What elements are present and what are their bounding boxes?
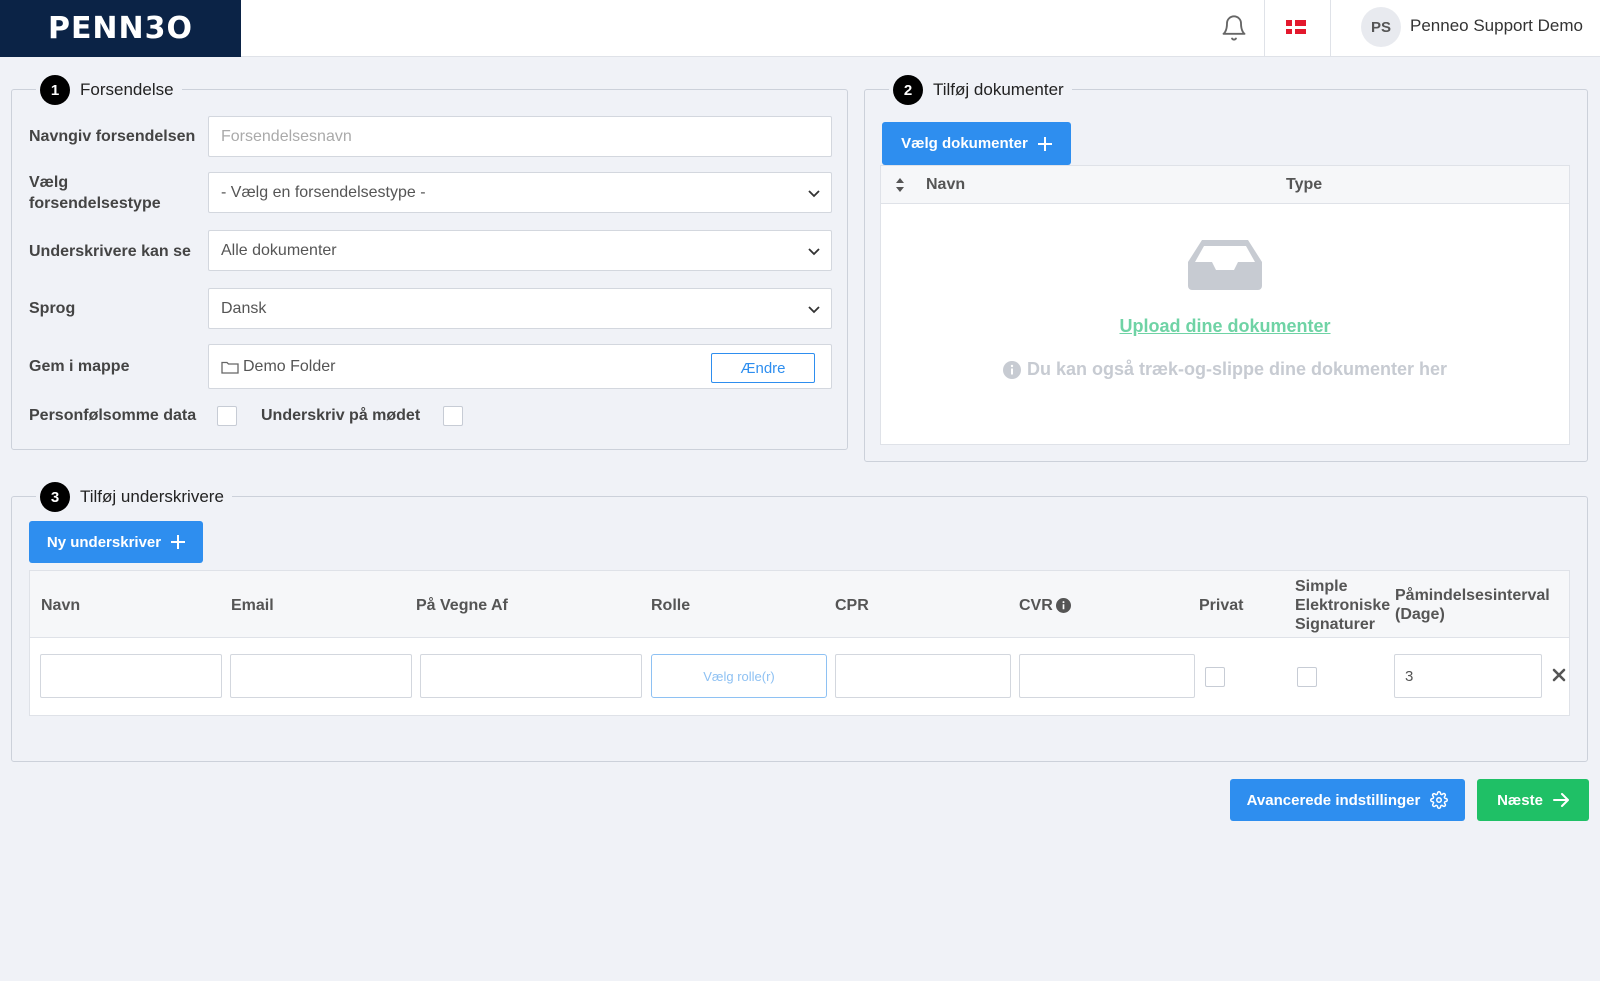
documents-table-header: Navn Type <box>881 166 1569 204</box>
sort-icon[interactable] <box>895 178 905 192</box>
section-title: Tilføj underskrivere <box>80 487 224 506</box>
choose-role-button[interactable]: Vælg rolle(r) <box>651 654 827 698</box>
language-select[interactable]: Dansk <box>208 288 832 329</box>
col-type: Type <box>1286 176 1323 193</box>
gear-icon <box>1430 791 1449 809</box>
divider <box>1264 0 1265 57</box>
inbox-icon <box>1188 240 1262 290</box>
signers-table: Navn Email På Vegne Af Rolle CPR CVR Pri… <box>29 570 1570 716</box>
language-label: Sprog <box>29 300 76 317</box>
visibility-select[interactable]: Alle dokumenter <box>208 230 832 271</box>
flag-denmark-icon[interactable] <box>1286 20 1306 34</box>
reminder-interval-input[interactable]: 3 <box>1394 654 1542 698</box>
new-signer-button[interactable]: Ny underskriver <box>29 521 203 563</box>
chevron-down-icon <box>808 306 820 314</box>
info-icon <box>1002 360 1021 379</box>
col-role: Rolle <box>651 597 691 614</box>
section-title: Tilføj dokumenter <box>933 80 1064 99</box>
private-checkbox[interactable] <box>1205 667 1225 687</box>
change-folder-button[interactable]: Ændre <box>711 353 815 383</box>
next-button[interactable]: Næste <box>1477 779 1589 821</box>
col-on-behalf: På Vegne Af <box>416 597 508 614</box>
top-bar: PENN3O PS Penneo Support Demo <box>0 0 1600 57</box>
documents-legend: 2 Tilføj dokumenter <box>889 74 1072 106</box>
divider <box>1330 0 1331 57</box>
arrow-right-icon <box>1552 793 1569 807</box>
col-private: Privat <box>1199 597 1244 614</box>
signer-name-input[interactable] <box>40 654 222 698</box>
sensitive-checkbox[interactable] <box>217 406 237 426</box>
signers-table-header: Navn Email På Vegne Af Rolle CPR CVR Pri… <box>30 571 1569 638</box>
col-simple-signatures: Simple Elektroniske Signaturer <box>1295 578 1391 633</box>
signer-email-input[interactable] <box>230 654 412 698</box>
section-title: Forsendelse <box>80 80 174 99</box>
step-badge: 3 <box>40 482 70 512</box>
col-reminder-interval: Påmindelsesinterval (Dage) <box>1395 587 1550 623</box>
avatar[interactable]: PS <box>1361 7 1401 47</box>
shipment-legend: 1 Forsendelse <box>36 74 182 106</box>
folder-label: Gem i mappe <box>29 358 130 375</box>
sign-meeting-label: Underskriv på mødet <box>261 407 421 424</box>
sensitive-label: Personfølsomme data <box>29 407 197 424</box>
drop-hint: Du kan også træk-og-slippe dine dokument… <box>881 359 1569 380</box>
col-email: Email <box>231 597 274 614</box>
signer-cpr-input[interactable] <box>835 654 1011 698</box>
step-badge: 1 <box>40 75 70 105</box>
step-badge: 2 <box>893 75 923 105</box>
user-name[interactable]: Penneo Support Demo <box>1410 16 1583 36</box>
chevron-down-icon <box>808 248 820 256</box>
remove-signer-icon[interactable] <box>1551 667 1567 683</box>
choose-documents-button[interactable]: Vælg dokumenter <box>882 122 1071 165</box>
signer-cvr-input[interactable] <box>1019 654 1195 698</box>
name-label: Navngiv forsendelsen <box>29 128 196 145</box>
sign-meeting-checkbox[interactable] <box>443 406 463 426</box>
simple-signature-checkbox[interactable] <box>1297 667 1317 687</box>
penneo-logo[interactable]: PENN3O <box>0 0 241 57</box>
folder-field: Demo Folder Ændre <box>208 344 832 389</box>
advanced-settings-button[interactable]: Avancerede indstillinger <box>1230 779 1465 821</box>
folder-icon <box>221 361 239 374</box>
col-name: Navn <box>926 176 966 193</box>
shipment-name-input[interactable]: Forsendelsesnavn <box>208 116 832 157</box>
documents-table: Navn Type Upload dine dokumenter Du kan … <box>880 165 1570 445</box>
chevron-down-icon <box>808 190 820 198</box>
signers-legend: 3 Tilføj underskrivere <box>36 481 232 513</box>
signer-on-behalf-input[interactable] <box>420 654 642 698</box>
col-cvr: CVR <box>1019 596 1071 615</box>
visibility-label: Underskrivere kan se <box>29 243 191 260</box>
bell-icon[interactable] <box>1220 14 1248 42</box>
upload-documents-link[interactable]: Upload dine dokumenter <box>881 316 1569 337</box>
col-cpr: CPR <box>835 597 869 614</box>
info-icon[interactable] <box>1055 598 1071 613</box>
plus-icon <box>171 535 186 549</box>
type-select[interactable]: - Vælg en forsendelsestype - <box>208 172 832 213</box>
plus-icon <box>1037 136 1052 151</box>
col-name: Navn <box>41 597 81 614</box>
type-label: Vælg forsendelsestype <box>29 174 161 212</box>
